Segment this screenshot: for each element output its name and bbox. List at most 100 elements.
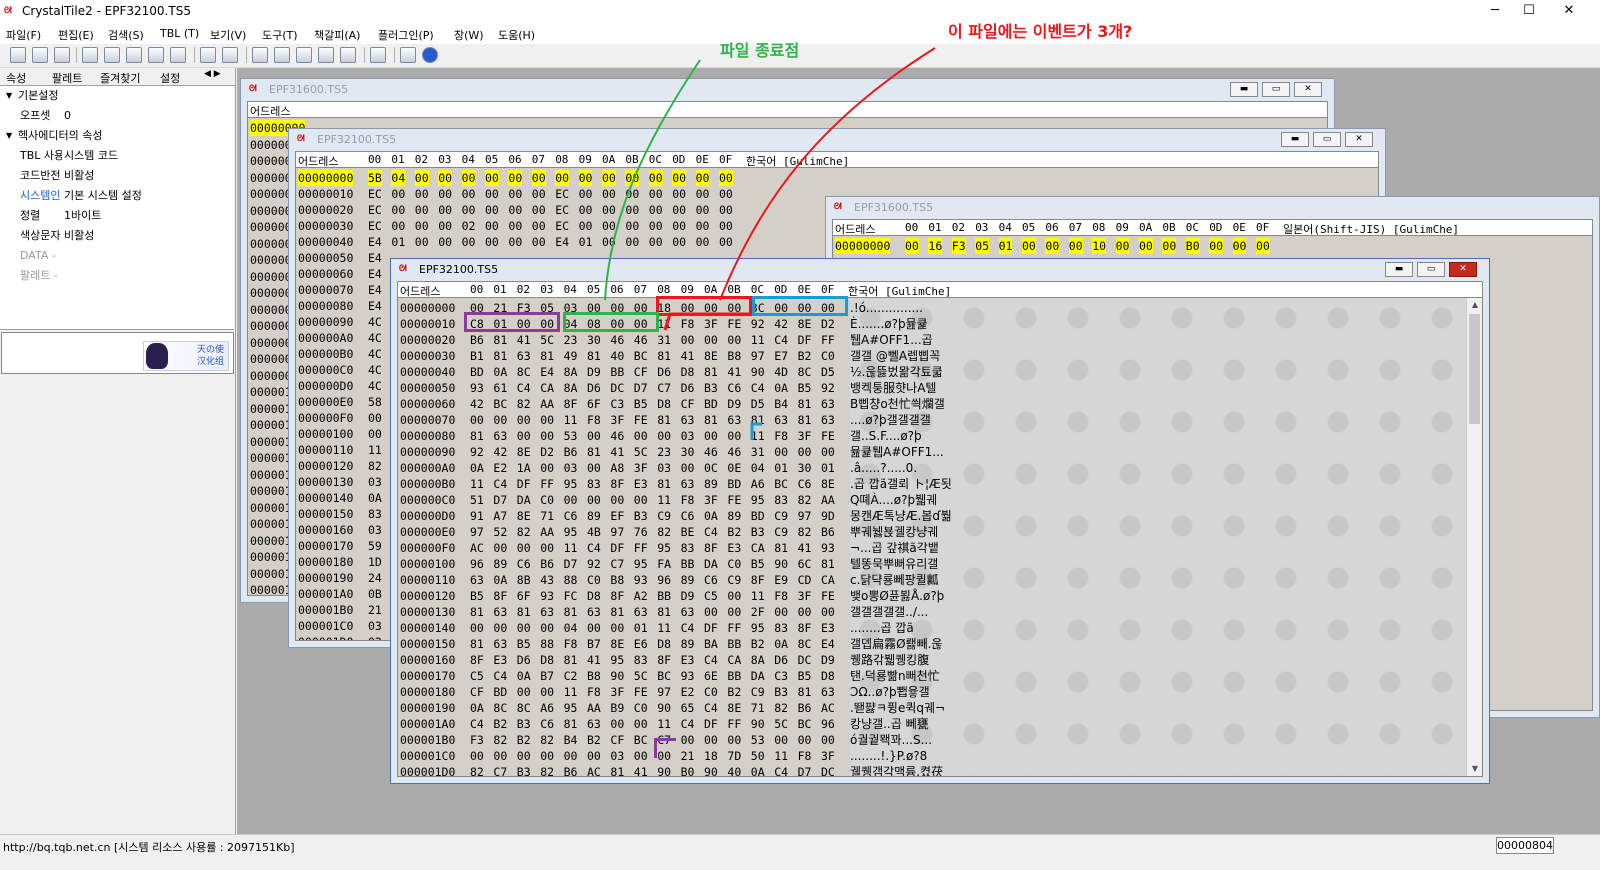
hex-byte[interactable]: 00 bbox=[695, 170, 710, 186]
hex-byte[interactable]: 00 bbox=[719, 170, 733, 186]
hex-byte[interactable]: F8 bbox=[587, 684, 601, 700]
tab-settings[interactable]: 설정 bbox=[160, 70, 180, 86]
hex-byte[interactable]: BC bbox=[774, 476, 788, 492]
property-row[interactable]: 코드반전 비활성 bbox=[0, 166, 234, 186]
hex-byte[interactable]: 89 bbox=[681, 636, 695, 652]
hex-byte[interactable]: 00 bbox=[414, 170, 429, 186]
hex-byte[interactable]: 90 bbox=[751, 364, 765, 380]
hex-byte[interactable]: 96 bbox=[657, 572, 671, 588]
hex-byte[interactable]: 00 bbox=[540, 428, 554, 444]
hex-byte[interactable]: 81 bbox=[751, 412, 765, 428]
hex-byte[interactable]: E4 bbox=[540, 364, 554, 380]
hex-byte[interactable]: CA bbox=[540, 380, 554, 396]
hex-byte[interactable]: 61 bbox=[493, 380, 507, 396]
hex-byte[interactable]: BC bbox=[634, 732, 648, 748]
hex-byte[interactable]: 18 bbox=[657, 300, 671, 316]
hex-byte[interactable]: 63 bbox=[493, 428, 507, 444]
hex-byte[interactable]: 00 bbox=[531, 170, 546, 186]
child-minimize-button[interactable]: ▬ bbox=[1230, 82, 1258, 97]
hex-byte[interactable]: 63 bbox=[681, 412, 695, 428]
hex-byte[interactable]: 0A bbox=[493, 364, 507, 380]
hex-byte[interactable]: 59 bbox=[368, 538, 382, 554]
hex-byte[interactable]: 8A bbox=[564, 380, 578, 396]
hex-byte[interactable]: 08 bbox=[587, 316, 601, 332]
hex-byte[interactable]: 00 bbox=[602, 234, 616, 250]
hex-byte[interactable]: 00 bbox=[470, 620, 484, 636]
hex-byte[interactable]: 5C bbox=[634, 444, 648, 460]
hex-byte[interactable]: 81 bbox=[470, 604, 484, 620]
hex-byte[interactable]: CD bbox=[798, 572, 812, 588]
hex-byte[interactable]: 92 bbox=[751, 316, 765, 332]
hex-row[interactable]: 000001B0 F3 82 B2 82 B4 B2 CF BC C7 00 00 00 53 00 00 00… bbox=[398, 732, 1458, 748]
hex-byte[interactable]: 51 bbox=[470, 492, 484, 508]
hex-byte[interactable]: C4 bbox=[774, 764, 788, 776]
hex-byte[interactable]: E3 bbox=[821, 620, 835, 636]
hex-byte[interactable]: 00 bbox=[578, 170, 593, 186]
hex-byte[interactable]: B4 bbox=[564, 732, 578, 748]
hex-byte[interactable]: B8 bbox=[727, 348, 741, 364]
hex-byte[interactable]: FE bbox=[727, 492, 741, 508]
hex-byte[interactable]: 00 bbox=[696, 234, 710, 250]
hex-byte[interactable]: 00 bbox=[657, 748, 671, 764]
child-maximize-button[interactable]: ▭ bbox=[1313, 132, 1341, 147]
child-minimize-button[interactable]: ▬ bbox=[1385, 262, 1413, 277]
hex-row[interactable]: 000000C0 51 D7 DA C0 00 00 00 00 11 F8 3F FE 95 83 82 AA… bbox=[398, 492, 1458, 508]
hex-byte[interactable]: 00 bbox=[391, 186, 405, 202]
hex-byte[interactable]: B2 bbox=[517, 732, 531, 748]
hex-byte[interactable]: 89 bbox=[704, 476, 718, 492]
hex-byte[interactable]: 00 bbox=[798, 300, 812, 316]
hex-byte[interactable]: BE bbox=[681, 524, 695, 540]
hex-byte[interactable]: 63 bbox=[517, 348, 531, 364]
hex-byte[interactable]: 50 bbox=[751, 748, 765, 764]
hex-byte[interactable]: C6 bbox=[564, 508, 578, 524]
hex-byte[interactable]: E4 bbox=[821, 636, 835, 652]
hex-byte[interactable]: 90 bbox=[751, 716, 765, 732]
hex-byte[interactable]: 23 bbox=[564, 332, 578, 348]
import-icon[interactable] bbox=[200, 47, 216, 63]
hex-byte[interactable]: 00 bbox=[1045, 238, 1060, 254]
hex-row[interactable]: 00000080 81 63 00 00 53 00 46 00 00 03 00 00 11 F8 3F FE… bbox=[398, 428, 1458, 444]
hex-byte[interactable]: 00 bbox=[579, 218, 593, 234]
hex-byte[interactable]: AA bbox=[540, 524, 554, 540]
hex-byte[interactable]: 58 bbox=[368, 394, 382, 410]
hex-byte[interactable]: 00 bbox=[493, 748, 507, 764]
help-icon[interactable] bbox=[422, 47, 438, 63]
hex-byte[interactable]: 00 bbox=[415, 186, 429, 202]
menu-view[interactable]: 보기(V) bbox=[210, 27, 246, 43]
hex-byte[interactable]: 8C bbox=[798, 364, 812, 380]
hex-byte[interactable]: 30 bbox=[798, 460, 812, 476]
hex-row[interactable]: 00000070 00 00 00 00 11 F8 3F FE 81 63 81 63 81 63 81 63… bbox=[398, 412, 1458, 428]
hex-byte[interactable]: 00 bbox=[634, 300, 648, 316]
hex-byte[interactable]: FF bbox=[540, 476, 554, 492]
hex-byte[interactable]: 00 bbox=[610, 316, 624, 332]
hex-byte[interactable]: 41 bbox=[587, 652, 601, 668]
hex-byte[interactable]: 00 bbox=[1068, 238, 1083, 254]
hex-byte[interactable]: 1D bbox=[368, 554, 382, 570]
hex-byte[interactable]: DF bbox=[704, 620, 718, 636]
hex-byte[interactable]: B3 bbox=[704, 380, 718, 396]
hex-byte[interactable]: BB bbox=[657, 588, 671, 604]
hex-byte[interactable]: B2 bbox=[727, 684, 741, 700]
hex-byte[interactable]: 81 bbox=[610, 764, 624, 776]
property-row[interactable]: 시스템인 기본 시스템 설정 bbox=[0, 186, 234, 206]
hex-byte[interactable]: 81 bbox=[610, 604, 624, 620]
hex-row[interactable]: 000001C0 00 00 00 00 00 00 03 00 00 21 18 7D 50 11 F8 3F… bbox=[398, 748, 1458, 764]
hex-byte[interactable]: BD bbox=[704, 396, 718, 412]
hex-byte[interactable]: F8 bbox=[774, 428, 788, 444]
hex-byte[interactable]: 00 bbox=[470, 748, 484, 764]
hex-byte[interactable]: 8E bbox=[821, 476, 835, 492]
hex-byte[interactable]: 2F bbox=[751, 604, 765, 620]
hex-byte[interactable]: 03 bbox=[564, 460, 578, 476]
hex-byte[interactable]: C4 bbox=[681, 716, 695, 732]
hex-byte[interactable]: 00 bbox=[649, 234, 663, 250]
hex-byte[interactable]: B8 bbox=[587, 668, 601, 684]
hex-row[interactable]: 00000120 B5 8F 6F 93 FC D8 8F A2 BB D9 C5 00 11 F8 3F FE… bbox=[398, 588, 1458, 604]
hex-byte[interactable]: C7 bbox=[657, 380, 671, 396]
menu-plugins[interactable]: 플러그인(P) bbox=[378, 27, 434, 43]
hex-byte[interactable]: 00 bbox=[508, 170, 523, 186]
hex-byte[interactable]: 00 bbox=[1256, 238, 1270, 254]
hex-byte[interactable]: C0 bbox=[634, 700, 648, 716]
hex-byte[interactable]: C0 bbox=[821, 348, 835, 364]
hex-byte[interactable]: AC bbox=[587, 764, 601, 776]
hex-byte[interactable]: 00 bbox=[774, 300, 788, 316]
